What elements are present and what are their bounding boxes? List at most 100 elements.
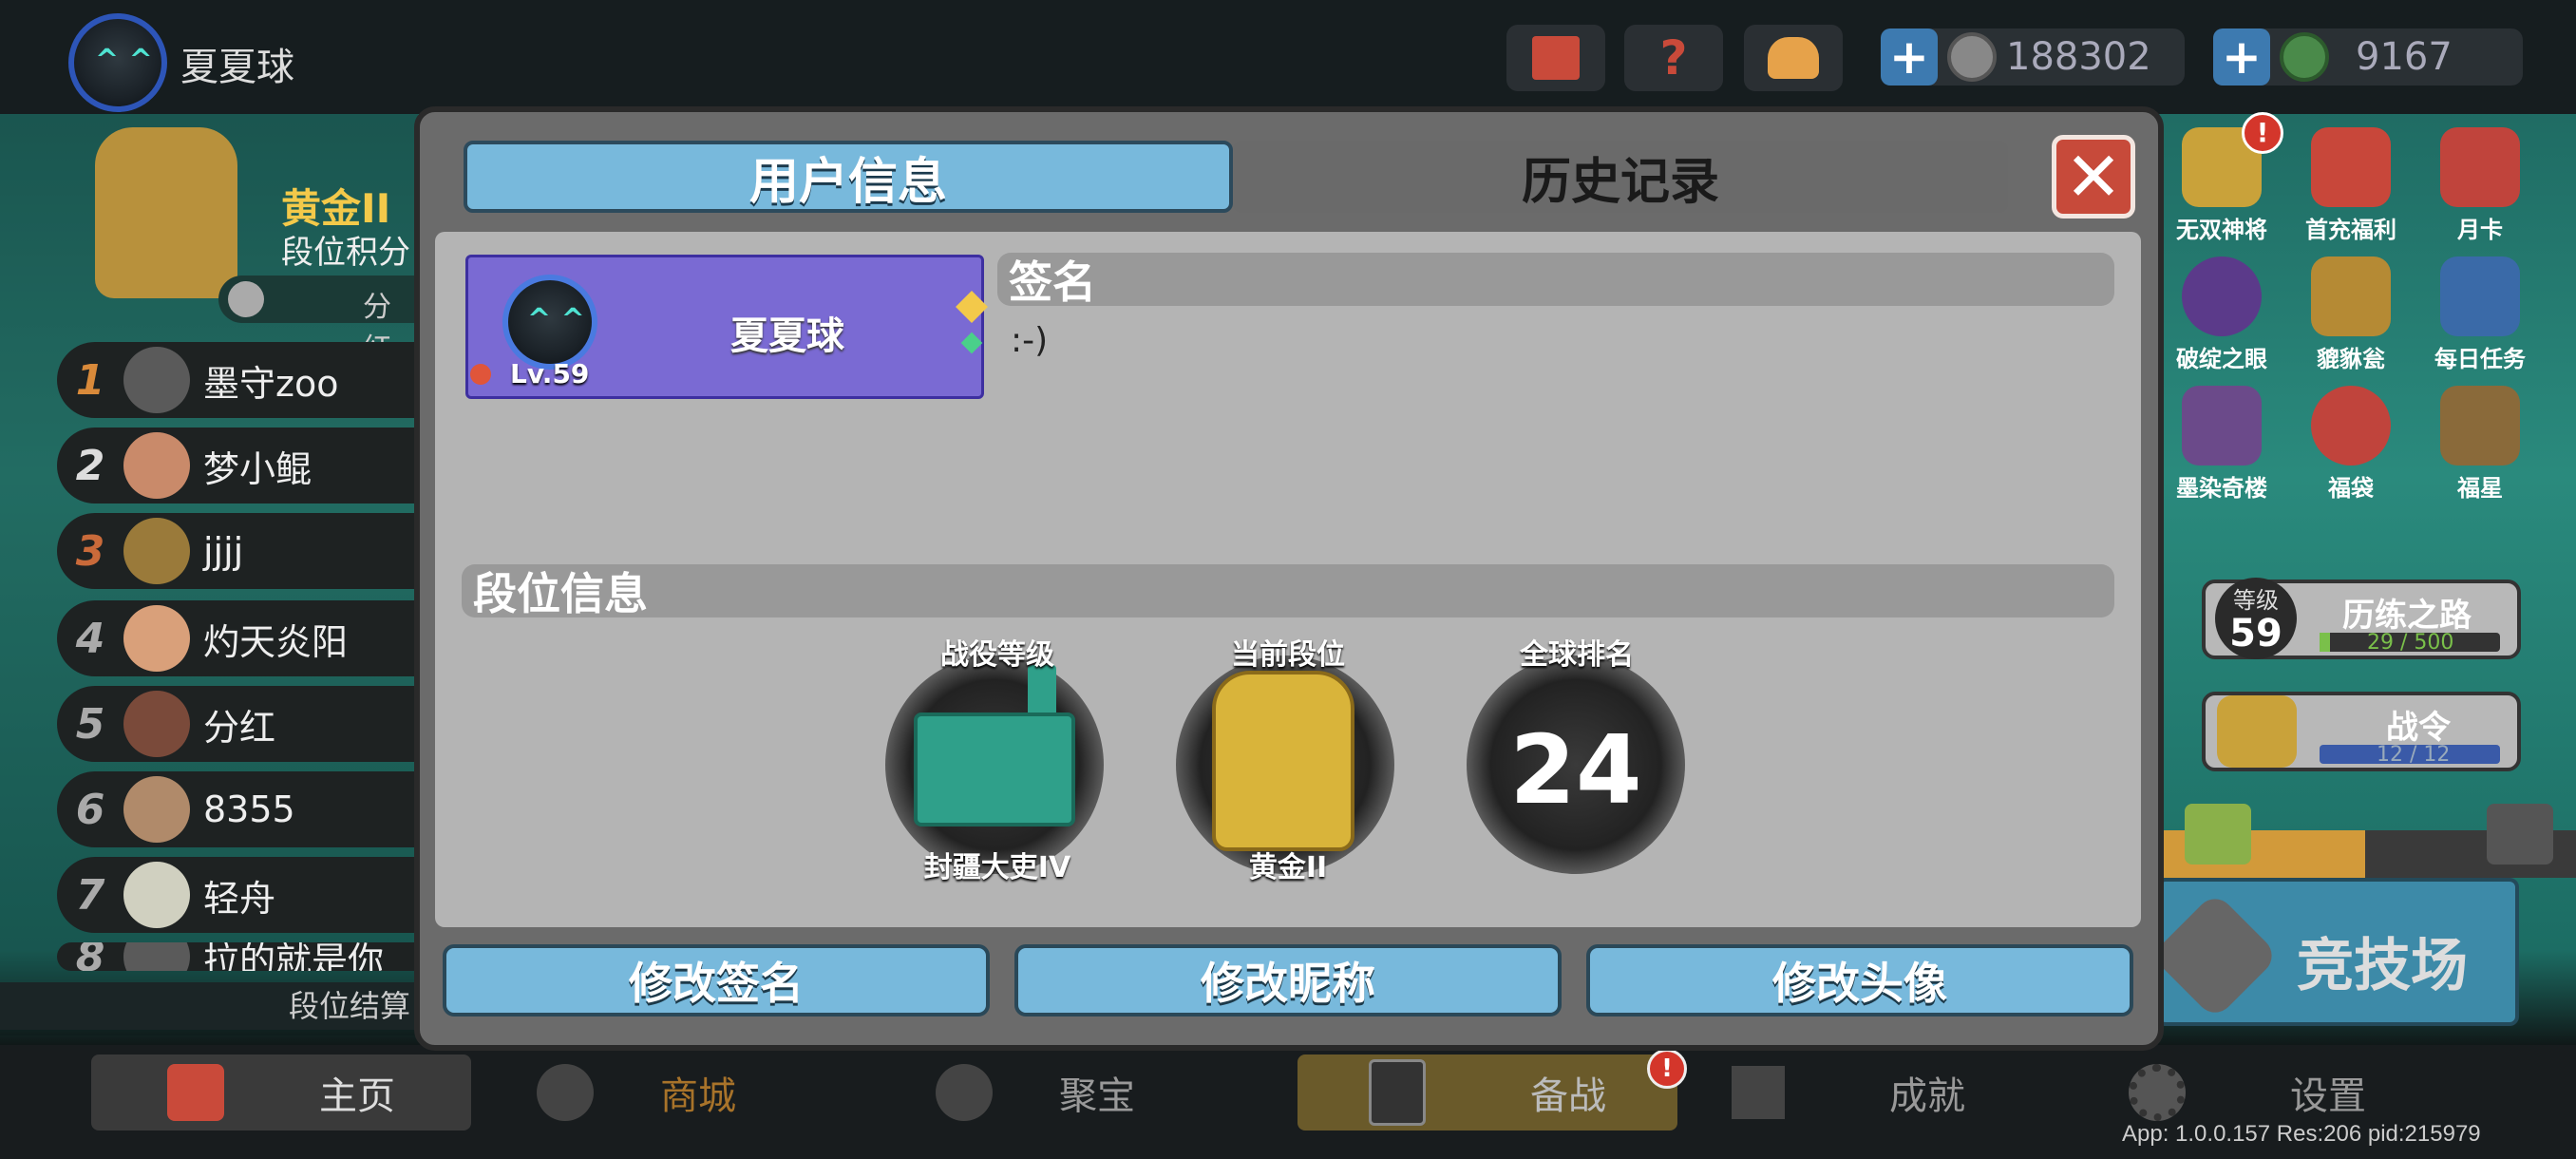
alert-badge: !: [1647, 1049, 1687, 1089]
help-button[interactable]: ?: [1624, 25, 1723, 91]
rank-name: 8355: [203, 788, 295, 830]
coin-counter: + 188302: [1881, 28, 2185, 86]
monthly-card-button[interactable]: 月卡: [2418, 127, 2542, 244]
rank-settlement-label: 段位结算: [0, 982, 418, 1030]
nav-treasure[interactable]: 聚宝: [893, 1054, 1178, 1130]
card-icon: [2440, 127, 2520, 207]
question-icon: ?: [1659, 30, 1688, 86]
rank-name: 轻舟: [203, 877, 276, 920]
daily-tasks-button[interactable]: 每日任务: [2418, 256, 2542, 373]
avatar-eyes-icon: ^ ^: [95, 44, 153, 77]
rank-row[interactable]: 2 梦小鲲: [57, 428, 418, 504]
book-icon: [1532, 36, 1580, 80]
level-circle: 等级 59: [2215, 578, 2297, 659]
swords-icon: [2150, 891, 2280, 1020]
flaw-eye-button[interactable]: 破绽之眼: [2160, 256, 2283, 373]
nav-settings[interactable]: 设置: [2105, 1054, 2390, 1130]
card-name: 夏夏球: [730, 314, 844, 358]
heart-icon: [470, 364, 491, 385]
trial-road-button[interactable]: 等级 59 历练之路 29 / 500: [2202, 578, 2521, 659]
user-icon: [228, 281, 264, 317]
close-button[interactable]: ✕: [2052, 135, 2135, 218]
avatar: [123, 942, 190, 971]
pixiu-urn-button[interactable]: 貔貅瓮: [2289, 256, 2413, 373]
tab-user-info[interactable]: 用户信息: [464, 141, 1233, 213]
campaign-tower-icon: [904, 665, 1085, 855]
tower-icon: [2182, 386, 2262, 466]
rank-number: 2: [75, 441, 105, 490]
rank-number: 6: [75, 785, 105, 834]
close-icon: ✕: [2064, 137, 2123, 217]
current-tier-title: 当前段位: [1231, 638, 1345, 672]
chest-right-icon: [2487, 804, 2553, 864]
tab-history[interactable]: 历史记录: [1233, 141, 2008, 213]
nav-achievement[interactable]: 成就: [1706, 1054, 1991, 1130]
signature-text: :-): [1011, 321, 1049, 360]
friends-button[interactable]: [1744, 25, 1843, 91]
rank-number: 7: [75, 870, 105, 920]
nav-achievement-label: 成就: [1889, 1074, 1965, 1118]
nav-home[interactable]: 主页: [91, 1054, 471, 1130]
rank-row[interactable]: 6 8355: [57, 771, 418, 847]
rank-name: jjjj: [203, 530, 244, 572]
treasure-icon: [936, 1064, 993, 1121]
star-icon: [2440, 386, 2520, 466]
player-card: ^ ^ Lv.59 夏夏球: [465, 255, 988, 399]
notice-button[interactable]: [1506, 25, 1605, 91]
urn-icon: [2311, 256, 2391, 336]
avatar: [123, 605, 190, 672]
edit-signature-button[interactable]: 修改签名: [443, 944, 990, 1016]
lucky-star-button[interactable]: 福星: [2418, 386, 2542, 503]
rank-row[interactable]: 7 轻舟: [57, 857, 418, 933]
rank-row[interactable]: 3 jjjj: [57, 513, 418, 589]
trial-progress-text: 29 / 500: [2367, 631, 2454, 655]
rank-row[interactable]: 1 墨守zoo: [57, 342, 418, 418]
add-coins-button[interactable]: +: [1881, 28, 1938, 86]
debug-info: App: 1.0.0.157 Res:206 pid:215979: [2122, 1121, 2481, 1147]
current-tier-value: 黄金II: [1248, 851, 1328, 884]
battle-pass-button[interactable]: 战令 12 / 12: [2202, 692, 2521, 771]
gem-counter: + 9167: [2213, 28, 2523, 86]
home-icon: [167, 1064, 224, 1121]
rank-row[interactable]: 8 拉的就是你: [57, 942, 418, 971]
battle-pass-progress: 12 / 12: [2377, 743, 2451, 767]
coins-icon: [537, 1064, 594, 1121]
cards-icon: [1369, 1059, 1426, 1126]
nav-prepare-label: 备战: [1530, 1074, 1606, 1118]
nav-treasure-label: 聚宝: [1059, 1074, 1135, 1118]
rank-name: 墨守zoo: [203, 362, 339, 405]
nav-shop[interactable]: 商城: [494, 1054, 779, 1130]
player-avatar[interactable]: ^ ^: [68, 13, 167, 112]
gold-tier-icon: [1212, 671, 1354, 851]
battle-pass-label: 战令: [2386, 709, 2451, 747]
card-avatar: ^ ^: [502, 275, 597, 370]
star-icon: [956, 291, 988, 323]
arena-label: 竞技场: [2297, 933, 2468, 999]
edit-nickname-button[interactable]: 修改昵称: [1014, 944, 1562, 1016]
arena-button[interactable]: 竞技场: [2150, 878, 2519, 1026]
rank-number: 8: [75, 942, 105, 971]
rank-number: 5: [75, 699, 105, 749]
add-gems-button[interactable]: +: [2213, 28, 2270, 86]
first-recharge-button[interactable]: 首充福利: [2289, 127, 2413, 244]
card-level: Lv.59: [510, 358, 590, 390]
nav-prepare[interactable]: 备战: [1297, 1054, 1677, 1130]
lucky-bag-button[interactable]: 福袋: [2289, 386, 2413, 503]
coin-icon: [1947, 32, 1997, 82]
ink-tower-button[interactable]: 墨染奇楼: [2160, 386, 2283, 503]
task-icon: [2440, 256, 2520, 336]
avatar: [123, 776, 190, 843]
rank-number: 1: [75, 355, 105, 405]
tier-icon: [95, 127, 237, 298]
level-value: 59: [2229, 612, 2282, 656]
achievement-icon: [1732, 1066, 1785, 1119]
signature-header: 签名: [997, 253, 2114, 308]
rank-row[interactable]: 5 分红: [57, 686, 418, 762]
gem-amount: 9167: [2356, 35, 2453, 79]
edit-avatar-button[interactable]: 修改头像: [1586, 944, 2133, 1016]
gem-icon: [960, 332, 983, 354]
avatar: [123, 691, 190, 757]
avatar: [123, 432, 190, 499]
rank-row[interactable]: 4 灼天炎阳: [57, 600, 418, 676]
global-rank-value: 24: [1509, 714, 1642, 826]
